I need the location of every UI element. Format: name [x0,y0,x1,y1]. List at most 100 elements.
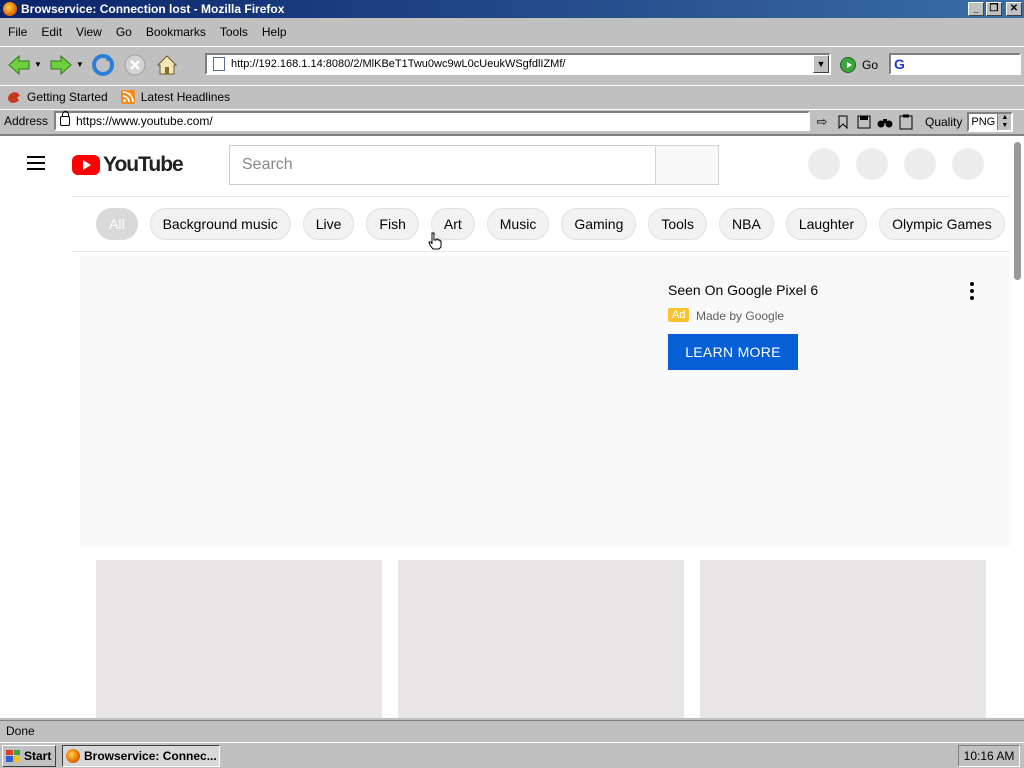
bookmarks-toolbar: Getting Started Latest Headlines [0,85,1024,107]
menu-help[interactable]: Help [262,25,287,39]
firefox-bookmark-icon [8,91,20,103]
back-button[interactable] [6,52,32,78]
forward-arrow-icon [50,54,72,75]
quality-select[interactable]: PNG ▲ ▼ [967,112,1014,132]
system-tray-clock[interactable]: 10:16 AM [958,745,1020,767]
browservice-tools: ⇨ Quality PNG ▲ ▼ [814,112,1014,132]
bookmark-label: Getting Started [27,89,108,104]
hamburger-menu-icon[interactable] [27,156,45,170]
go-button[interactable]: Go [840,57,878,73]
menu-go[interactable]: Go [116,25,132,39]
youtube-header: YouTube Search [0,136,1010,192]
taskbar-item-label: Browservice: Connec... [84,748,217,763]
youtube-search-button[interactable] [655,145,719,185]
chip-background-music[interactable]: Background music [149,208,291,240]
stop-button[interactable] [122,52,148,78]
chip-all[interactable]: All [96,208,138,240]
header-actions [808,148,984,180]
web-search-field[interactable]: G [889,53,1021,75]
save-icon[interactable] [856,114,872,130]
start-button[interactable]: Start [2,744,56,767]
reload-icon [91,53,114,76]
learn-more-button[interactable]: LEARN MORE [668,334,798,370]
title-bar: Browservice: Connection lost - Mozilla F… [0,0,1024,18]
forward-button[interactable] [48,52,74,78]
firefox-icon [66,748,80,763]
header-action-placeholder[interactable] [856,148,888,180]
rss-feed-icon [120,89,135,104]
url-bar[interactable]: http://192.168.1.14:8080/2/MlKBeT1Twu0wc… [205,53,831,75]
header-action-placeholder[interactable] [904,148,936,180]
quality-spinner-icon[interactable]: ▲ ▼ [997,114,1012,130]
chip-tools[interactable]: Tools [648,208,708,240]
menu-edit[interactable]: Edit [41,25,62,39]
chip-live[interactable]: Live [302,208,355,240]
home-button[interactable] [154,52,180,78]
status-bar: Done [0,720,1024,740]
chip-gaming[interactable]: Gaming [561,208,637,240]
status-text: Done [6,723,35,738]
youtube-logo[interactable]: YouTube [72,153,184,177]
ad-advertiser: Made by Google [696,309,785,323]
category-chips: All Background music Live Fish Art Music… [72,196,1010,252]
menu-bookmarks[interactable]: Bookmarks [146,25,206,39]
go-arrow-icon[interactable]: ⇨ [814,114,830,130]
address-label: Address [4,113,49,128]
bookmark-icon[interactable] [835,114,851,130]
window-title: Browservice: Connection lost - Mozilla F… [21,2,285,16]
reload-button[interactable] [90,52,116,78]
ad-badge: Ad [668,308,690,322]
back-dropdown-icon[interactable]: ▼ [34,60,42,69]
video-thumbnail-placeholder[interactable] [96,560,382,718]
forward-dropdown-icon[interactable]: ▼ [76,60,84,69]
find-icon[interactable] [877,114,893,130]
go-label: Go [862,58,879,72]
chip-fish[interactable]: Fish [366,208,419,240]
taskbar: Start Browservice: Connec... 10:16 AM [0,742,1024,768]
page-icon [213,57,225,71]
firefox-icon [3,2,17,16]
ad-title[interactable]: Seen On Google Pixel 6 [668,282,818,298]
video-thumbnail-placeholder[interactable] [398,560,684,718]
close-button[interactable]: ✕ [1006,2,1022,16]
chip-music[interactable]: Music [486,208,550,240]
google-search-icon: G [894,56,905,72]
bookmark-getting-started[interactable]: Getting Started [7,90,108,104]
chip-laughter[interactable]: Laughter [785,208,868,240]
header-action-placeholder[interactable] [808,148,840,180]
more-options-icon[interactable] [969,282,975,300]
menu-view[interactable]: View [76,25,102,39]
page-viewport: YouTube Search All Background music Live… [0,134,1024,718]
avatar[interactable] [952,148,984,180]
quality-label: Quality [925,115,963,129]
address-field[interactable]: https://www.youtube.com/ [54,111,810,131]
start-label: Start [24,748,52,763]
bookmark-latest-headlines[interactable]: Latest Headlines [120,89,230,104]
window-controls: _ ❐ ✕ [968,2,1022,16]
chip-olympic-games[interactable]: Olympic Games [879,208,1005,240]
url-dropdown-icon[interactable]: ▼ [813,55,829,73]
home-icon [156,54,178,74]
clock-text: 10:16 AM [963,749,1015,763]
windows-logo-icon [6,749,20,762]
video-thumbnail-placeholder[interactable] [700,560,986,718]
youtube-search-input[interactable]: Search [229,145,656,185]
stop-icon [124,54,146,75]
clipboard-icon[interactable] [898,114,914,130]
quality-value: PNG [971,116,996,128]
taskbar-item-firefox[interactable]: Browservice: Connec... [62,744,220,767]
go-icon [840,57,856,73]
hand-cursor-icon [428,232,442,250]
url-text: http://192.168.1.14:8080/2/MlKBeT1Twu0wc… [231,58,566,70]
navigation-toolbar: ▼ ▼ http://192.168.1.14:8080/2/MlKBeT1Tw… [0,46,1024,82]
chip-nba[interactable]: NBA [719,208,774,240]
menu-file[interactable]: File [8,25,27,39]
page-scrollbar-thumb[interactable] [1014,142,1021,280]
youtube-play-icon [72,155,100,175]
minimize-button[interactable]: _ [968,2,984,16]
ad-banner: Seen On Google Pixel 6 Ad Made by Google… [80,256,1010,546]
menu-bar: File Edit View Go Bookmarks Tools Help [0,22,1024,42]
menu-tools[interactable]: Tools [220,25,248,39]
back-arrow-icon [8,54,30,75]
maximize-button[interactable]: ❐ [986,2,1002,16]
